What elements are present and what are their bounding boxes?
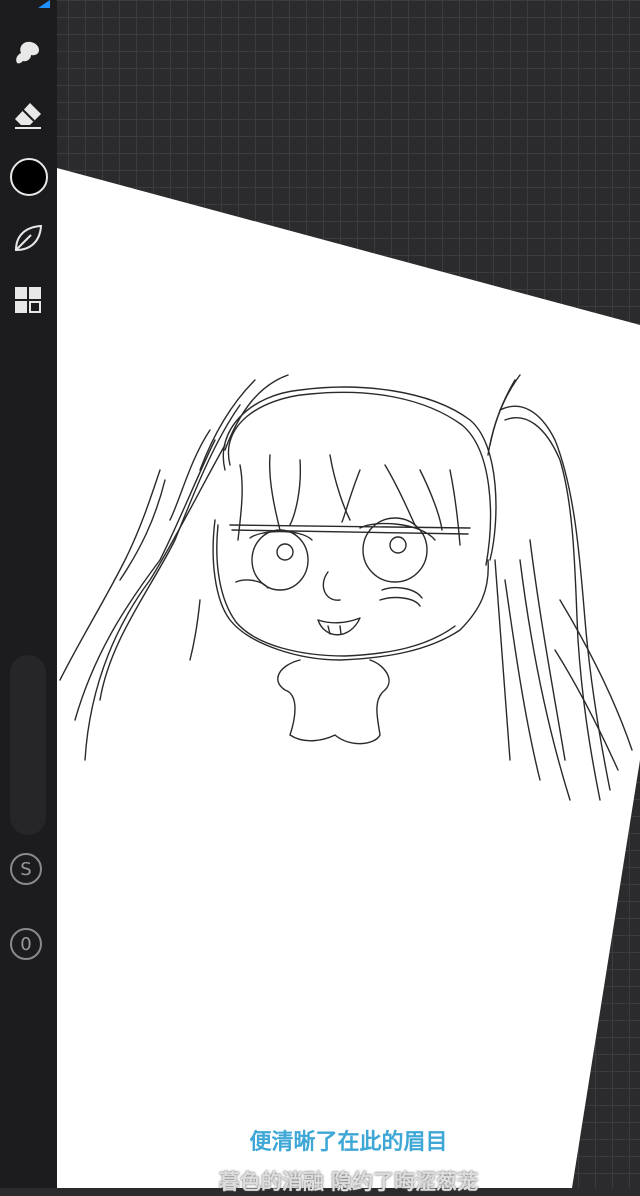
color-swatch-button[interactable] [10, 158, 48, 196]
subtitle-line-1: 便清晰了在此的眉目 [249, 1130, 448, 1155]
opacity-button[interactable]: 0 [10, 928, 42, 960]
brush-size-slider[interactable] [10, 655, 46, 835]
paper-sheet [57, 168, 640, 1188]
brush-size-label: S [20, 858, 32, 880]
left-toolbar: S 0 [0, 0, 57, 1188]
leaf-icon [14, 224, 43, 252]
opacity-label: 0 [20, 933, 32, 955]
eraser-tool-button[interactable] [8, 95, 48, 135]
gallery-tool-button[interactable] [8, 280, 48, 320]
drawing-canvas[interactable] [0, 0, 640, 1188]
brush-size-button[interactable]: S [10, 853, 42, 885]
smudge-tool-button[interactable] [8, 32, 48, 72]
layers-tool-button[interactable] [8, 218, 48, 258]
grid-icon [15, 287, 41, 313]
eraser-icon [15, 103, 41, 129]
subtitle-line-2: 暮色的消融 隐约了晦涩葱茏 [218, 1170, 479, 1194]
accent-marker [38, 0, 50, 8]
smudge-icon [16, 41, 39, 64]
